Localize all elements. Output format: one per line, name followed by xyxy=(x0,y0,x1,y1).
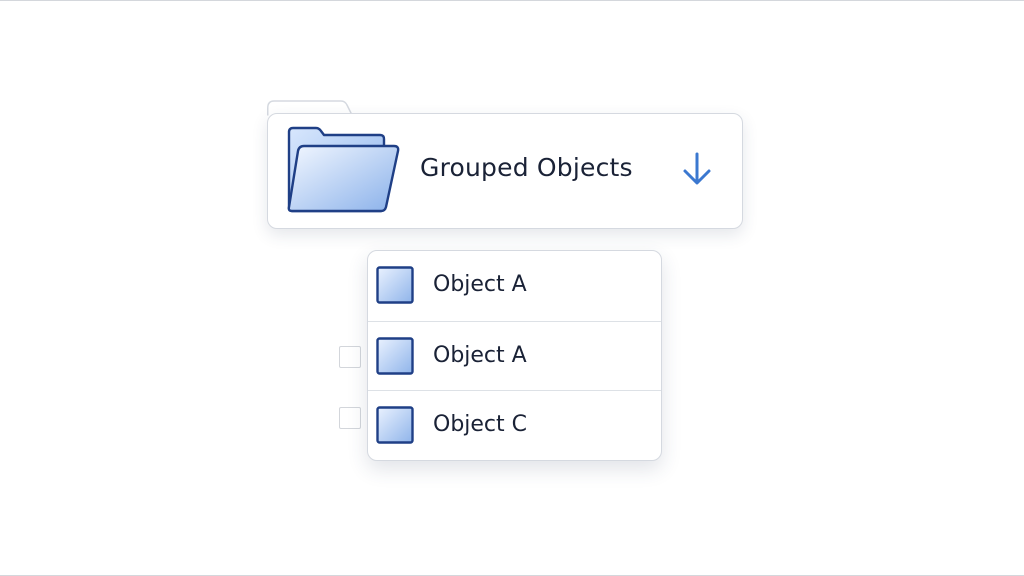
top-border-line xyxy=(0,0,1024,1)
list-item-object[interactable]: Object A xyxy=(368,251,661,320)
group-title: Grouped Objects xyxy=(420,153,633,182)
object-list: Object A Object A Object C xyxy=(367,250,662,461)
row-checkbox[interactable] xyxy=(339,407,361,429)
arrow-down-icon[interactable] xyxy=(680,150,714,188)
row-checkbox[interactable] xyxy=(339,346,361,368)
square-object-icon xyxy=(376,406,414,444)
list-item-object[interactable]: Object C xyxy=(368,390,661,459)
square-object-icon xyxy=(376,266,414,304)
group-header-card[interactable]: Grouped Objects xyxy=(267,113,743,229)
list-item-object[interactable]: Object A xyxy=(368,321,661,390)
folder-icon xyxy=(286,126,400,214)
object-label: Object A xyxy=(433,272,527,297)
object-label: Object C xyxy=(433,412,528,437)
square-object-icon xyxy=(376,337,414,375)
object-label: Object A xyxy=(433,343,527,368)
